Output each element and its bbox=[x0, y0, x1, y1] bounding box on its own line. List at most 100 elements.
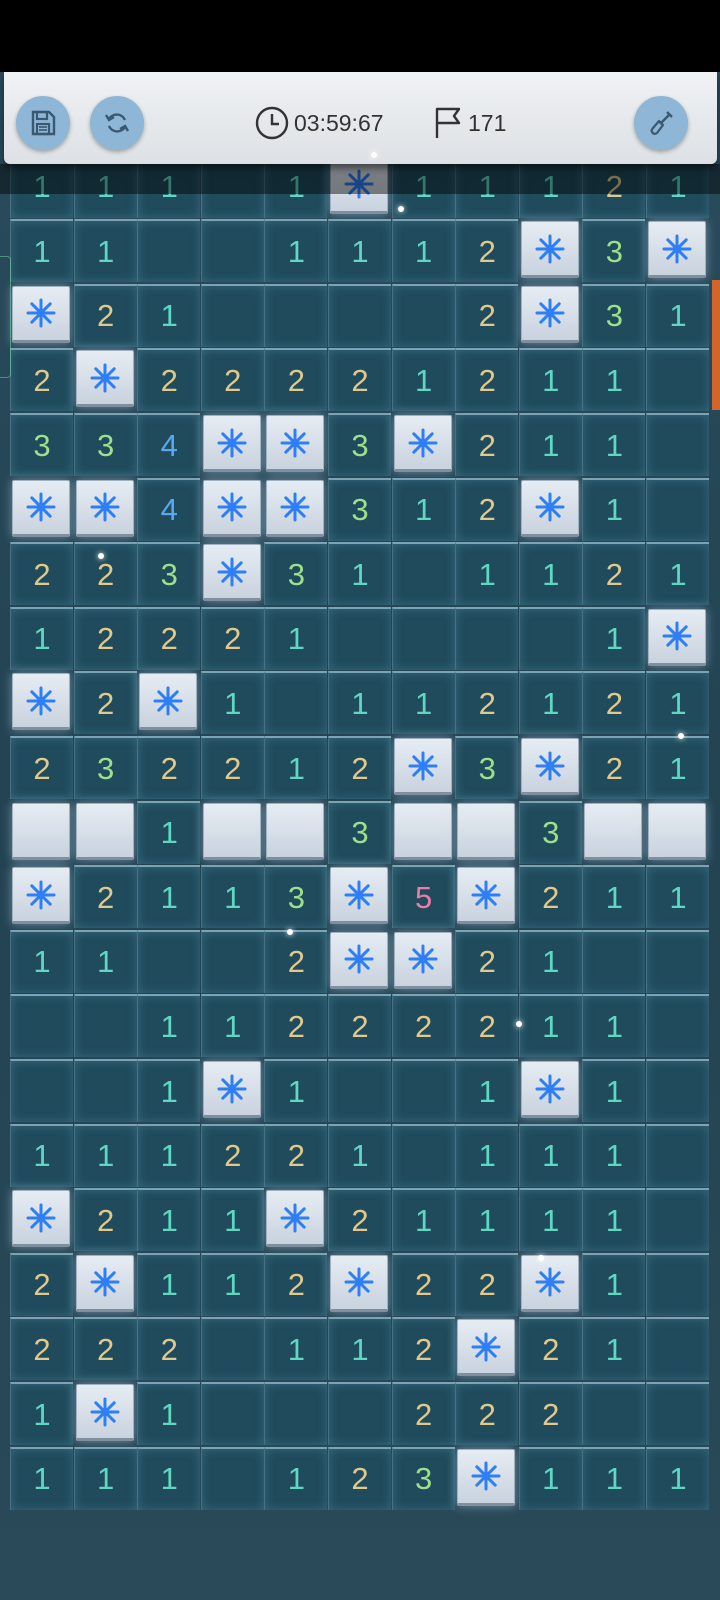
number-cell[interactable]: 1 bbox=[391, 1188, 455, 1252]
number-cell[interactable]: 3 bbox=[328, 477, 391, 541]
number-cell[interactable]: 2 bbox=[73, 1317, 137, 1381]
flagged-mine-cell[interactable] bbox=[75, 479, 134, 537]
number-cell[interactable]: 1 bbox=[582, 477, 646, 541]
number-cell[interactable]: 3 bbox=[264, 865, 328, 929]
number-cell[interactable]: 1 bbox=[73, 929, 137, 993]
flagged-mine-cell[interactable] bbox=[330, 867, 388, 925]
number-cell[interactable]: 1 bbox=[264, 736, 328, 799]
number-cell[interactable]: 1 bbox=[10, 929, 73, 993]
number-cell[interactable]: 1 bbox=[264, 219, 328, 283]
empty-cell[interactable] bbox=[200, 929, 264, 993]
number-cell[interactable]: 1 bbox=[10, 606, 73, 670]
number-cell[interactable]: 2 bbox=[518, 1382, 582, 1445]
empty-cell[interactable] bbox=[646, 1188, 709, 1252]
number-cell[interactable]: 1 bbox=[10, 219, 73, 283]
empty-cell[interactable] bbox=[646, 1382, 709, 1445]
flagged-mine-cell[interactable] bbox=[12, 867, 70, 925]
number-cell[interactable]: 1 bbox=[455, 1123, 519, 1187]
number-cell[interactable]: 2 bbox=[455, 219, 519, 283]
flagged-mine-cell[interactable] bbox=[75, 1384, 134, 1441]
flagged-mine-cell[interactable] bbox=[266, 415, 325, 472]
covered-cell[interactable] bbox=[584, 802, 643, 860]
flagged-mine-cell[interactable] bbox=[520, 285, 579, 343]
number-cell[interactable]: 2 bbox=[10, 736, 73, 799]
flagged-mine-cell[interactable] bbox=[12, 1190, 70, 1248]
number-cell[interactable]: 1 bbox=[646, 1446, 709, 1510]
empty-cell[interactable] bbox=[646, 1317, 709, 1381]
flagged-mine-cell[interactable] bbox=[457, 1319, 516, 1377]
number-cell[interactable]: 1 bbox=[137, 865, 201, 929]
number-cell[interactable]: 1 bbox=[73, 1446, 137, 1510]
number-cell[interactable]: 1 bbox=[391, 477, 455, 541]
number-cell[interactable]: 2 bbox=[582, 671, 646, 735]
number-cell[interactable]: 2 bbox=[137, 1317, 201, 1381]
number-cell[interactable]: 2 bbox=[73, 542, 137, 606]
number-cell[interactable]: 1 bbox=[200, 671, 264, 735]
left-edge-handle[interactable] bbox=[0, 256, 11, 378]
empty-cell[interactable] bbox=[646, 1123, 709, 1187]
number-cell[interactable]: 1 bbox=[518, 994, 582, 1058]
number-cell[interactable]: 1 bbox=[646, 736, 709, 799]
empty-cell[interactable] bbox=[646, 413, 709, 476]
number-cell[interactable]: 1 bbox=[518, 1188, 582, 1252]
number-cell[interactable]: 4 bbox=[137, 477, 201, 541]
number-cell[interactable]: 2 bbox=[10, 542, 73, 606]
number-cell[interactable]: 1 bbox=[518, 929, 582, 993]
empty-cell[interactable] bbox=[264, 283, 328, 347]
number-cell[interactable]: 1 bbox=[264, 1059, 328, 1122]
number-cell[interactable]: 2 bbox=[455, 413, 519, 476]
empty-cell[interactable] bbox=[200, 1446, 264, 1510]
covered-cell[interactable] bbox=[266, 802, 325, 860]
number-cell[interactable]: 2 bbox=[264, 994, 328, 1058]
number-cell[interactable]: 2 bbox=[73, 671, 137, 735]
number-cell[interactable]: 1 bbox=[518, 1123, 582, 1187]
number-cell[interactable]: 2 bbox=[328, 1446, 391, 1510]
empty-cell[interactable] bbox=[518, 606, 582, 670]
number-cell[interactable]: 1 bbox=[137, 1382, 201, 1445]
flagged-mine-cell[interactable] bbox=[648, 608, 706, 666]
empty-cell[interactable] bbox=[646, 994, 709, 1058]
flagged-mine-cell[interactable] bbox=[12, 673, 70, 731]
number-cell[interactable]: 2 bbox=[455, 283, 519, 347]
number-cell[interactable]: 2 bbox=[455, 477, 519, 541]
number-cell[interactable]: 2 bbox=[73, 283, 137, 347]
number-cell[interactable]: 1 bbox=[328, 1317, 391, 1381]
flagged-mine-cell[interactable] bbox=[520, 738, 579, 795]
number-cell[interactable]: 1 bbox=[646, 671, 709, 735]
flagged-mine-cell[interactable] bbox=[520, 479, 579, 537]
number-cell[interactable]: 2 bbox=[73, 606, 137, 670]
empty-cell[interactable] bbox=[264, 671, 328, 735]
empty-cell[interactable] bbox=[73, 1059, 137, 1122]
empty-cell[interactable] bbox=[264, 1382, 328, 1445]
flagged-mine-cell[interactable] bbox=[75, 350, 134, 408]
number-cell[interactable]: 2 bbox=[455, 1382, 519, 1445]
number-cell[interactable]: 2 bbox=[328, 348, 391, 412]
number-cell[interactable]: 2 bbox=[264, 348, 328, 412]
flagged-mine-cell[interactable] bbox=[12, 479, 70, 537]
flagged-mine-cell[interactable] bbox=[393, 738, 452, 795]
empty-cell[interactable] bbox=[646, 929, 709, 993]
flagged-mine-cell[interactable] bbox=[457, 867, 516, 925]
number-cell[interactable]: 1 bbox=[264, 1446, 328, 1510]
number-cell[interactable]: 2 bbox=[582, 542, 646, 606]
number-cell[interactable]: 1 bbox=[137, 1188, 201, 1252]
flagged-mine-cell[interactable] bbox=[202, 544, 261, 602]
empty-cell[interactable] bbox=[582, 929, 646, 993]
number-cell[interactable]: 1 bbox=[518, 348, 582, 412]
number-cell[interactable]: 1 bbox=[582, 1317, 646, 1381]
number-cell[interactable]: 5 bbox=[391, 865, 455, 929]
number-cell[interactable]: 1 bbox=[328, 1123, 391, 1187]
number-cell[interactable]: 1 bbox=[73, 1123, 137, 1187]
number-cell[interactable]: 2 bbox=[200, 1123, 264, 1187]
flagged-mine-cell[interactable] bbox=[202, 479, 261, 537]
number-cell[interactable]: 2 bbox=[264, 929, 328, 993]
flagged-mine-cell[interactable] bbox=[75, 1254, 134, 1312]
number-cell[interactable]: 3 bbox=[518, 800, 582, 864]
empty-cell[interactable] bbox=[391, 542, 455, 606]
number-cell[interactable]: 2 bbox=[455, 929, 519, 993]
number-cell[interactable]: 2 bbox=[455, 1252, 519, 1316]
number-cell[interactable]: 1 bbox=[646, 865, 709, 929]
number-cell[interactable]: 1 bbox=[328, 542, 391, 606]
number-cell[interactable]: 3 bbox=[328, 800, 391, 864]
number-cell[interactable]: 2 bbox=[391, 1382, 455, 1445]
